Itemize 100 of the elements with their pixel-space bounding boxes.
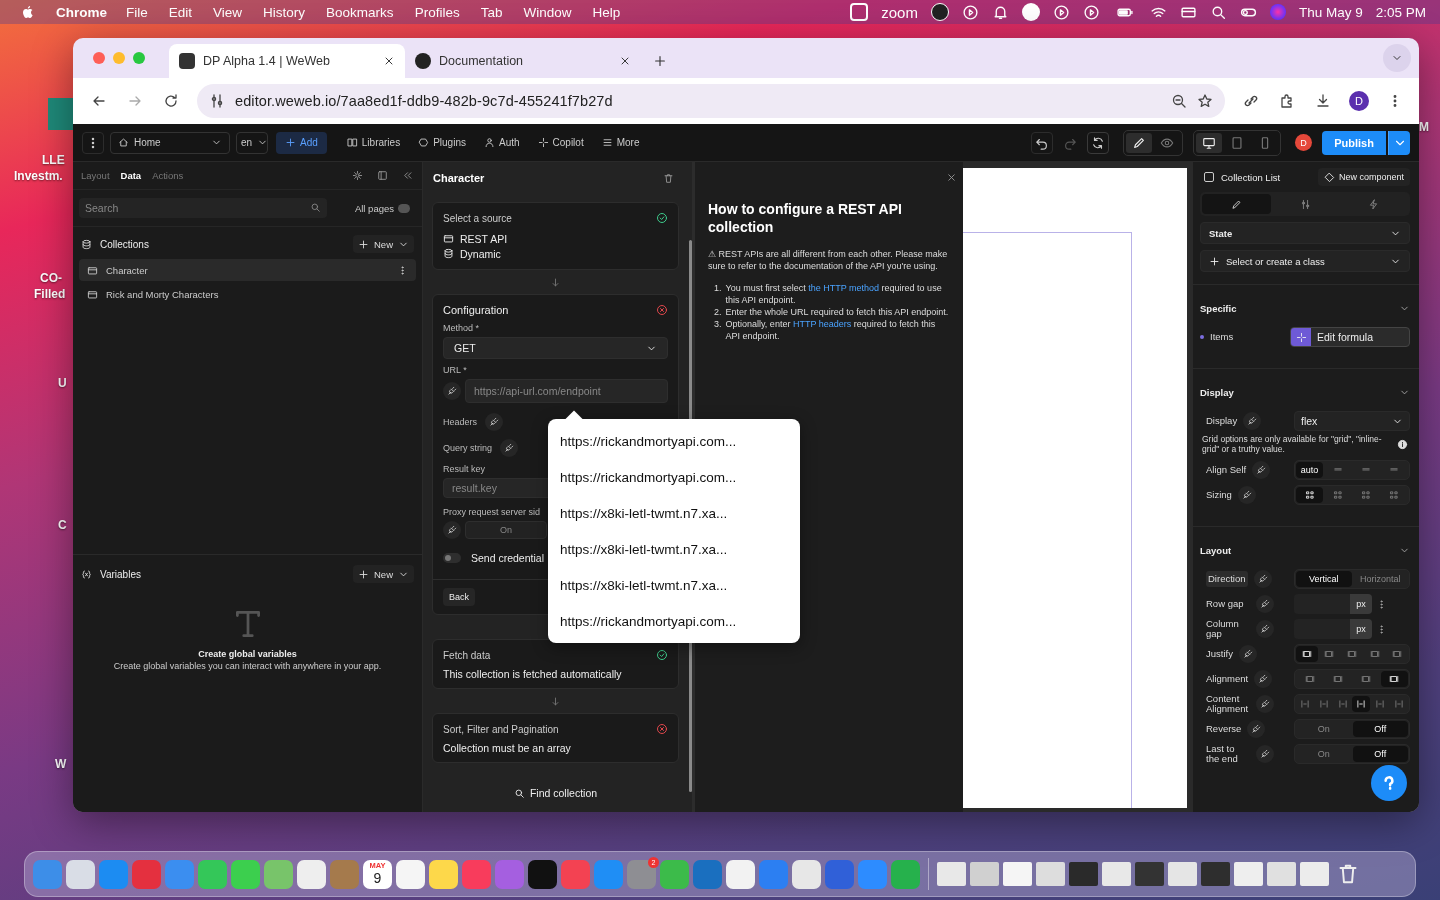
desktop-icon-label[interactable]: Filled — [34, 287, 66, 301]
instruction-step: Enter the whole URL required to fetch this API endpoint. — [725, 306, 949, 318]
menu-item[interactable]: Window — [523, 4, 572, 20]
panel-tab[interactable]: Data — [120, 170, 142, 181]
method-select[interactable]: GET — [443, 337, 668, 359]
reverse-option[interactable]: Off — [1352, 721, 1408, 737]
profile-avatar[interactable]: D — [1349, 91, 1369, 111]
desktop-icon-label[interactable]: W — [55, 757, 67, 771]
note-text: Grid options are only available for "grid", "inline-grid" or a truthy value. — [1202, 434, 1383, 454]
suggestion-item[interactable]: https://x8ki-letl-twmt.n7.xa... — [548, 495, 800, 531]
menu-item[interactable]: Profiles — [414, 4, 460, 20]
menu-item[interactable]: Help — [592, 4, 621, 20]
toolbar-button[interactable]: Auth — [477, 131, 526, 154]
toggle-label: Send credential — [471, 552, 544, 564]
section-title: Display — [1200, 386, 1234, 398]
menu-item[interactable]: View — [213, 4, 243, 20]
url-text: editor.weweb.io/7aa8ed1f-ddb9-482b-9c7d-455241f7b27d — [235, 93, 613, 109]
menu-item[interactable]: Chrome — [56, 4, 107, 20]
direction-option[interactable]: Horizontal — [1352, 571, 1408, 587]
display-select[interactable]: flex — [1294, 411, 1410, 431]
desktop-icon-label[interactable]: U — [58, 376, 67, 390]
property-label: Column gap — [1206, 619, 1240, 639]
collection-item[interactable]: Rick and Morty Characters — [79, 283, 416, 305]
property-label: Direction — [1206, 571, 1248, 587]
class-select[interactable]: Select or create a class — [1200, 250, 1410, 272]
section-title: Layout — [1200, 544, 1232, 556]
desktop-icon-label[interactable]: C — [58, 518, 67, 532]
element-name: Collection List — [1221, 171, 1281, 183]
suggestion-item[interactable]: https://rickandmortyapi.com... — [548, 423, 800, 459]
collection-item[interactable]: Character — [79, 259, 416, 281]
desktop-icon-label[interactable]: CO- — [40, 271, 62, 285]
panel-tab[interactable]: Actions — [152, 170, 184, 181]
suggestion-item[interactable]: https://x8ki-letl-twmt.n7.xa... — [548, 531, 800, 567]
menu-bar-date: Thu May 9 — [1298, 4, 1363, 20]
last-to-end-option[interactable]: On — [1296, 746, 1352, 762]
source-item: REST API — [460, 232, 508, 245]
doc-link[interactable]: HTTP headers — [792, 319, 852, 329]
new-collection-button[interactable]: New — [353, 235, 414, 253]
suggestion-item[interactable]: https://x8ki-letl-twmt.n7.xa... — [548, 567, 800, 603]
direction-option[interactable]: Vertical — [1296, 571, 1352, 587]
list-number: 3. — [714, 318, 722, 331]
browser-tab[interactable]: DP Alpha 1.4 | WeWeb — [169, 44, 405, 78]
align-self-option[interactable]: auto — [1296, 462, 1324, 478]
user-avatar[interactable]: D — [1295, 134, 1312, 151]
section-title: Specific — [1200, 302, 1237, 314]
new-variable-button[interactable]: New — [353, 565, 414, 583]
menu-item[interactable]: File — [126, 4, 148, 20]
card-title: Select a source — [443, 212, 512, 224]
gap-input[interactable]: px — [1294, 619, 1372, 639]
property-label: Justify — [1206, 649, 1233, 659]
page-select[interactable]: Home — [110, 131, 230, 154]
new-component-button[interactable]: New component — [1317, 168, 1410, 186]
menu-item[interactable]: Tab — [480, 4, 503, 20]
card-title: Sort, Filter and Pagination — [443, 723, 559, 735]
card-text: Collection must be an array — [443, 742, 572, 754]
proxy-on-option[interactable]: On — [465, 521, 547, 539]
field-label: Query string — [443, 443, 493, 453]
field-label: Method * — [443, 323, 481, 333]
add-button[interactable]: Add — [276, 131, 327, 154]
gap-input[interactable]: px — [1294, 594, 1372, 614]
reverse-option[interactable]: On — [1296, 721, 1352, 737]
suggestion-item[interactable]: https://rickandmortyapi.com... — [548, 603, 800, 639]
last-to-end-option[interactable]: Off — [1352, 746, 1408, 762]
instruction-step: Optionally, enter HTTP headers required to fetch this API endpoint. — [725, 318, 950, 342]
card-text: This collection is fetched automatically — [443, 668, 623, 680]
search-field[interactable]: Search — [79, 198, 327, 218]
panel-title: Character — [433, 172, 485, 184]
property-label: Last to the end — [1206, 744, 1239, 764]
address-bar[interactable]: editor.weweb.io/7aa8ed1f-ddb9-482b-9c7d-455241f7b27d — [197, 84, 1225, 118]
find-collection-button[interactable]: Find collection — [432, 787, 679, 799]
source-item: Dynamic — [460, 247, 501, 260]
doc-title: How to configure a REST API collection — [708, 200, 903, 236]
menu-item[interactable]: History — [263, 4, 306, 20]
language-select[interactable]: en — [236, 131, 268, 154]
all-pages-label: All pages — [354, 202, 394, 214]
menu-item[interactable]: Edit — [168, 4, 193, 20]
toolbar-button[interactable]: Libraries — [340, 131, 407, 154]
warning-text: ⚠ REST APIs are all different from each other. Please make sure to refer to the documentation of the API you're using. — [708, 248, 949, 272]
menu-item[interactable]: Bookmarks — [326, 4, 394, 20]
instruction-step: You must first select the HTTP method required to use this API endpoint. — [725, 282, 950, 306]
panel-tab[interactable]: Layout — [81, 170, 110, 181]
browser-tab[interactable]: Documentation — [405, 44, 641, 78]
zoom-status-item[interactable]: zoom — [881, 3, 918, 21]
edit-formula-button[interactable]: Edit formula — [1290, 327, 1410, 347]
toolbar-button[interactable]: Copilot — [531, 131, 590, 154]
field-label: Result key — [443, 464, 487, 474]
property-label: Content Alignment — [1206, 694, 1250, 714]
property-label: Row gap — [1206, 599, 1245, 609]
back-button[interactable]: Back — [443, 588, 475, 606]
empty-state-title: Create global variables — [198, 649, 297, 659]
url-input[interactable]: https://api-url.com/endpoint — [465, 379, 668, 403]
desktop-icon-label[interactable]: M — [1419, 120, 1429, 134]
property-label: Align Self — [1206, 465, 1247, 475]
property-label: Reverse — [1206, 724, 1242, 734]
desktop-icon-label[interactable]: LLE — [42, 153, 65, 167]
toolbar-button[interactable]: Plugins — [412, 131, 472, 154]
toolbar-button[interactable]: More — [595, 131, 646, 154]
state-select[interactable]: State — [1200, 222, 1410, 244]
desktop-icon-label[interactable]: Investm. — [14, 169, 63, 183]
doc-link[interactable]: the HTTP method — [808, 283, 880, 293]
